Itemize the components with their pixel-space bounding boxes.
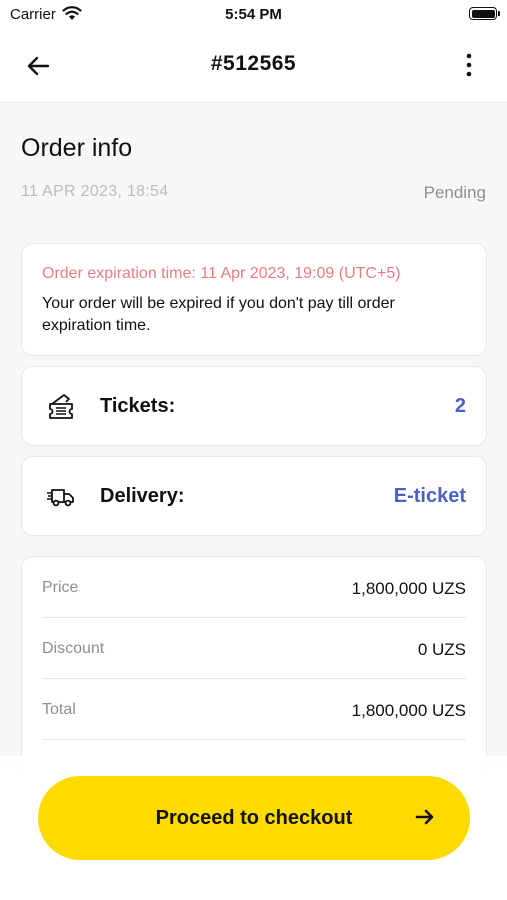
expiration-notice-card: Order expiration time: 11 Apr 2023, 19:0…	[21, 243, 487, 356]
discount-row: Discount 0 UZS	[42, 618, 466, 679]
total-row: Total 1,800,000 UZS	[42, 679, 466, 740]
clock: 5:54 PM	[225, 6, 282, 23]
order-date: 11 APR 2023, 18:54	[21, 183, 169, 200]
total-value: 1,800,000 UZS	[351, 701, 466, 720]
discount-label: Discount	[42, 640, 105, 657]
proceed-to-checkout-button[interactable]: Proceed to checkout	[38, 776, 470, 860]
price-value: 1,800,000 UZS	[351, 579, 466, 598]
page-title: Order info	[21, 134, 133, 162]
delivery-truck-icon	[47, 489, 74, 507]
arrow-right-icon	[415, 809, 434, 825]
price-row: Price 1,800,000 UZS	[42, 557, 466, 618]
tickets-card[interactable]: Tickets: 2	[21, 366, 487, 446]
price-label: Price	[42, 579, 79, 596]
checkout-button-label: Proceed to checkout	[155, 807, 353, 829]
status-bar: Carrier 5:54 PM	[0, 0, 507, 30]
total-label: Total	[42, 701, 76, 718]
tickets-label: Tickets:	[100, 395, 176, 417]
ticket-icon	[49, 394, 73, 419]
delivery-label: Delivery:	[100, 485, 185, 507]
battery-icon	[469, 7, 500, 20]
more-options-icon[interactable]	[459, 51, 479, 81]
discount-value: 0 UZS	[417, 640, 466, 659]
expiration-message: Your order will be expired if you don't …	[42, 295, 395, 334]
tickets-count: 2	[454, 395, 466, 417]
delivery-card[interactable]: Delivery: E-ticket	[21, 456, 487, 536]
order-status-badge: Pending	[423, 183, 486, 202]
order-number-title: #512565	[210, 52, 297, 75]
delivery-method: E-ticket	[393, 485, 466, 507]
expiration-warning: Order expiration time: 11 Apr 2023, 19:0…	[42, 265, 401, 282]
navigation-bar: #512565	[0, 30, 507, 103]
